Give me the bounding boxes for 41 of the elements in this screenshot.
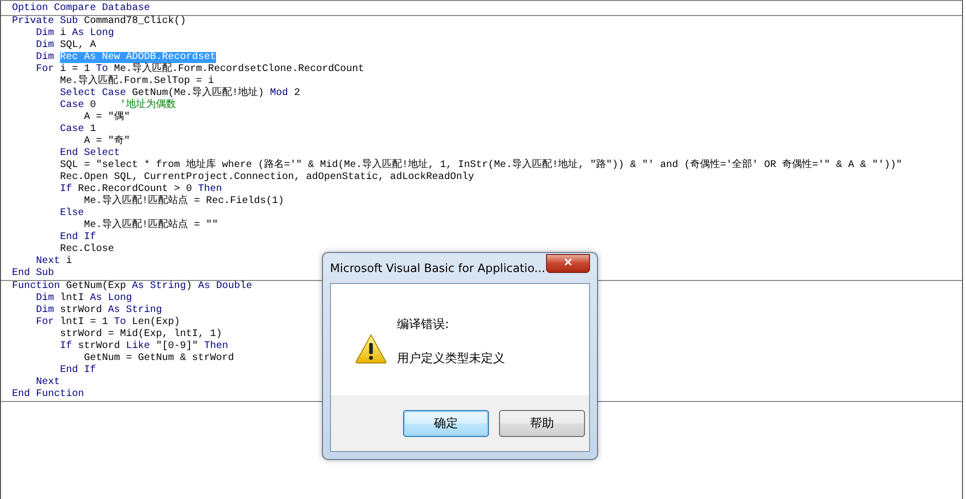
code-line: Dim i As Long	[35, 28, 114, 40]
code-line: strWord = Mid(Exp, lntI, 1)	[59, 329, 222, 340]
code-line: End If	[59, 365, 96, 377]
code-line: Dim SQL, A	[35, 40, 96, 52]
warning-icon	[355, 334, 387, 364]
code-line: Me.导入匹配!匹配站点 = Rec.Fields(1)	[84, 196, 284, 208]
code-line: If Rec.RecordCount > 0 Then	[59, 184, 222, 195]
code-line: If strWord Like "[0-9]" Then	[59, 341, 228, 352]
code-line: Next	[35, 377, 60, 388]
dialog-button[interactable]: 确定	[403, 410, 489, 436]
code-line: Rec.Open SQL, CurrentProject.Connection, adOpenStatic, adLockReadOnly	[59, 172, 474, 184]
code-line: Next i	[35, 256, 72, 268]
code-line: Dim lntI As Long	[35, 293, 132, 304]
code-line: Rec.Close	[59, 244, 114, 256]
code-line: Option Compare Database	[12, 3, 150, 15]
code-line: GetNum = GetNum & strWord	[83, 353, 234, 364]
code-line: Select Case GetNum(Me.导入匹配!地址) Mod 2	[59, 88, 300, 99]
dialog-button[interactable]: 帮助	[499, 410, 585, 436]
code-line: SQL = "select * from 地址库 where (路名='" & Mid(Me.导入匹配!地址, 1, InStr(Me.导入匹配!地址, "路")) & "' and (奇偶性='全部' OR 奇偶性='" & A & "'))"	[59, 160, 902, 172]
code-line: End Select	[59, 148, 120, 160]
dialog-title: Microsoft Visual Basic for Applicatio...	[330, 261, 546, 275]
code-line: End Sub	[12, 268, 54, 280]
close-button[interactable]: ✕	[546, 254, 590, 272]
code-editor[interactable]	[0, 0, 963, 499]
code-line: Function GetNum(Exp As String) As Double	[12, 281, 252, 292]
code-line: A = "奇"	[83, 136, 130, 148]
code-line: For lntI = 1 To Len(Exp)	[35, 317, 180, 328]
code-line: Private Sub Command78_Click()	[12, 16, 186, 28]
code-line: End If	[59, 232, 96, 244]
error-message: 用户定义类型未定义	[397, 351, 505, 366]
code-line: Case 0 '地址为偶数	[59, 100, 176, 111]
code-line: Else	[59, 208, 84, 220]
code-line: For i = 1 To Me.导入匹配.Form.RecordsetClone.RecordCount	[35, 64, 364, 75]
code-line: A = "偶"	[83, 112, 130, 124]
code-line: Case 1	[59, 124, 96, 136]
error-message: 编译错误:	[397, 317, 450, 332]
code-line: Me.导入匹配.Form.SelTop = i	[59, 76, 214, 87]
code-line: Dim strWord As String	[35, 305, 162, 316]
code-line: Me.导入匹配!匹配站点 = ""	[83, 220, 218, 232]
code-line: End Function	[12, 389, 84, 401]
code-line: Dim Rec As New ADODB.Recordset	[35, 52, 216, 63]
